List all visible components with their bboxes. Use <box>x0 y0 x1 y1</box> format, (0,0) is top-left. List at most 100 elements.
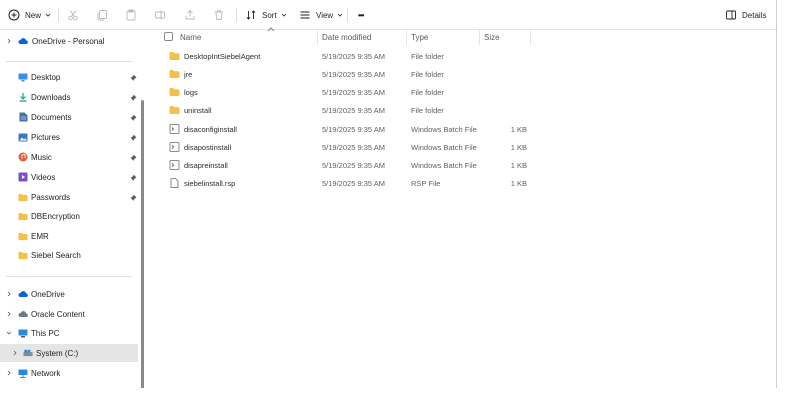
cut-button[interactable] <box>66 7 80 23</box>
nav-item-this-pc[interactable]: This PC <box>0 324 138 342</box>
column-header-type[interactable]: Type <box>411 30 428 45</box>
folder-icon <box>169 70 180 78</box>
details-button[interactable]: Details <box>724 7 766 23</box>
copy-button[interactable] <box>95 7 109 23</box>
more-options-label: ••• <box>358 10 364 20</box>
file-list: Name Date modified Type Size DesktopIntS… <box>149 27 778 388</box>
column-header-date-modified[interactable]: Date modified <box>322 30 371 45</box>
column-header-label: Size <box>484 33 500 42</box>
file-row-disapreinstall[interactable]: disapreinstall 5/19/2025 9:35 AM Windows… <box>169 157 569 174</box>
nav-label: Oracle Content <box>31 309 85 319</box>
new-button[interactable]: New <box>7 7 51 23</box>
nav-label: EMR <box>31 231 49 241</box>
file-row-uninstall[interactable]: uninstall 5/19/2025 9:35 AM File folder <box>169 102 569 119</box>
nav-item-desktop[interactable]: Desktop <box>0 68 138 86</box>
nav-item-network[interactable]: Network <box>0 364 138 382</box>
chevron-down-icon <box>45 13 51 17</box>
file-row-disapostinstall[interactable]: disapostinstall 5/19/2025 9:35 AM Window… <box>169 139 569 156</box>
chevron-right-icon[interactable] <box>11 349 19 357</box>
nav-label: OneDrive - Personal <box>32 36 105 46</box>
chevron-right-icon[interactable] <box>5 310 13 318</box>
nav-label: Siebel Search <box>31 250 81 260</box>
nav-item-music[interactable]: Music <box>0 148 138 166</box>
column-header-label: Type <box>411 33 429 42</box>
file-type: File folder <box>411 70 444 79</box>
nav-label: System (C:) <box>36 348 79 358</box>
column-divider[interactable] <box>479 30 480 45</box>
column-header-label: Date modified <box>322 33 372 42</box>
column-header-name[interactable]: Name <box>180 30 201 45</box>
clipboard-icon <box>124 8 138 22</box>
nav-label: Pictures <box>31 132 60 142</box>
more-options-button[interactable]: ••• <box>358 7 364 23</box>
file-type: RSP File <box>411 179 441 188</box>
pin-icon[interactable] <box>129 193 137 201</box>
batch-file-icon <box>169 124 180 134</box>
nav-item-siebel-search[interactable]: Siebel Search <box>0 246 138 264</box>
column-divider[interactable] <box>530 30 531 45</box>
file-row-jre[interactable]: jre 5/19/2025 9:35 AM File folder <box>169 66 569 83</box>
file-type: File folder <box>411 106 444 115</box>
nav-item-system-c[interactable]: System (C:) <box>0 344 138 362</box>
select-all-checkbox[interactable] <box>164 32 173 41</box>
chevron-right-icon[interactable] <box>5 37 13 45</box>
nav-item-passwords[interactable]: Passwords <box>0 188 138 206</box>
delete-button[interactable] <box>212 7 226 23</box>
file-date: 5/19/2025 9:35 AM <box>322 143 385 152</box>
sort-button[interactable]: Sort <box>244 7 287 23</box>
rename-button[interactable] <box>153 7 167 23</box>
pin-icon[interactable] <box>129 173 137 181</box>
network-icon <box>18 368 28 378</box>
navigation-pane: OneDrive - Personal Desktop Downloads Do… <box>0 30 149 390</box>
new-label: New <box>25 10 42 20</box>
file-date: 5/19/2025 9:35 AM <box>322 125 385 134</box>
nav-item-onedrive-personal[interactable]: OneDrive - Personal <box>0 32 138 50</box>
file-row-desktopintsiebelagent[interactable]: DesktopIntSiebelAgent 5/19/2025 9:35 AM … <box>169 48 569 65</box>
pin-icon[interactable] <box>129 153 137 161</box>
column-divider[interactable] <box>317 30 318 45</box>
pin-icon[interactable] <box>129 93 137 101</box>
view-button[interactable]: View <box>298 7 343 23</box>
nav-label: Downloads <box>31 92 71 102</box>
share-icon <box>183 8 197 22</box>
chevron-down-icon[interactable] <box>5 329 13 337</box>
file-date: 5/19/2025 9:35 AM <box>322 161 385 170</box>
chevron-right-icon[interactable] <box>5 369 13 377</box>
sidebar-scrollbar[interactable] <box>141 100 144 390</box>
copy-icon <box>95 8 109 22</box>
nav-item-videos[interactable]: Videos <box>0 168 138 186</box>
nav-label: Passwords <box>31 192 71 202</box>
nav-item-emr[interactable]: EMR <box>0 227 138 245</box>
chevron-right-icon[interactable] <box>5 290 13 298</box>
file-date: 5/19/2025 9:35 AM <box>322 88 385 97</box>
nav-item-downloads[interactable]: Downloads <box>0 88 138 106</box>
pin-icon[interactable] <box>129 113 137 121</box>
share-button[interactable] <box>183 7 197 23</box>
pin-icon[interactable] <box>129 73 137 81</box>
file-row-siebelinstall-rsp[interactable]: siebelinstall.rsp 5/19/2025 9:35 AM RSP … <box>169 175 569 192</box>
pin-icon[interactable] <box>129 133 137 141</box>
view-lines-icon <box>298 8 312 22</box>
file-row-disaconfiginstall[interactable]: disaconfiginstall 5/19/2025 9:35 AM Wind… <box>169 121 569 138</box>
chevron-down-icon <box>281 13 286 17</box>
nav-item-dbencryption[interactable]: DBEncryption <box>0 207 138 225</box>
pictures-icon <box>18 132 28 142</box>
cloud-icon <box>18 36 28 46</box>
download-icon <box>18 92 28 102</box>
column-divider[interactable] <box>406 30 407 45</box>
file-name: disapostinstall <box>184 143 232 152</box>
nav-item-onedrive[interactable]: OneDrive <box>0 285 138 303</box>
batch-file-icon <box>169 160 180 170</box>
file-size: 1 KB <box>510 125 527 134</box>
nav-item-documents[interactable]: Documents <box>0 108 138 126</box>
column-header-size[interactable]: Size <box>484 30 500 45</box>
folder-icon <box>18 211 28 221</box>
sort-label: Sort <box>262 10 277 20</box>
sort-icon <box>244 8 258 22</box>
status-bar <box>0 388 788 409</box>
file-name: siebelinstall.rsp <box>184 179 236 188</box>
file-row-logs[interactable]: logs 5/19/2025 9:35 AM File folder <box>169 84 569 101</box>
nav-item-pictures[interactable]: Pictures <box>0 128 138 146</box>
nav-item-oracle-content[interactable]: Oracle Content <box>0 305 138 323</box>
paste-button[interactable] <box>124 7 138 23</box>
